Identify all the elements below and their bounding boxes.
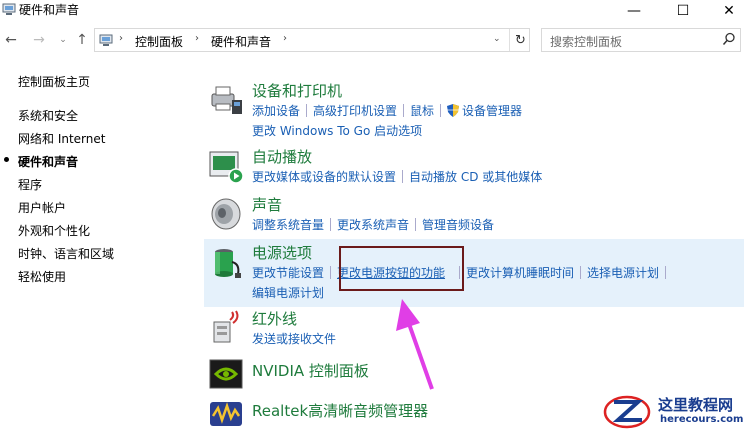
category-title[interactable]: 自动播放 — [252, 146, 312, 167]
title-bar: 硬件和声音 — ☐ ✕ — [0, 0, 750, 22]
link-separator — [415, 218, 417, 231]
link-edit-power-plan[interactable]: 编辑电源计划 — [252, 286, 324, 300]
link-separator — [402, 170, 404, 183]
active-indicator — [4, 157, 9, 162]
link-choose-power-plan[interactable]: 选择电源计划 — [587, 266, 659, 280]
search-icon[interactable] — [722, 32, 736, 46]
annotation-highlight-box — [339, 246, 464, 291]
infrared-icon — [213, 310, 239, 343]
control-panel-icon — [99, 34, 113, 46]
minimize-button[interactable]: — — [611, 0, 657, 22]
search-box[interactable]: 搜索控制面板 — [541, 28, 741, 52]
link-add-device[interactable]: 添加设备 — [252, 104, 300, 118]
sidebar-item-user-accounts[interactable]: 用户帐户 — [18, 199, 66, 216]
link-separator — [330, 218, 332, 231]
link-media-defaults[interactable]: 更改媒体或设备的默认设置 — [252, 170, 396, 184]
battery-icon — [215, 249, 241, 278]
address-dropdown-button[interactable]: ⌄ — [493, 34, 501, 44]
printer-icon — [211, 86, 242, 114]
category-title[interactable]: NVIDIA 控制面板 — [252, 360, 369, 381]
realtek-icon — [210, 402, 242, 426]
link-row: 发送或接收文件 — [252, 330, 336, 347]
category-title[interactable]: 电源选项 — [252, 242, 312, 263]
sidebar-item-ease-of-access[interactable]: 轻松使用 — [18, 268, 66, 285]
sidebar-item-network[interactable]: 网络和 Internet — [18, 130, 105, 147]
watermark-url: herecours.com — [660, 414, 744, 425]
link-separator — [665, 266, 667, 279]
link-system-sounds[interactable]: 更改系统声音 — [337, 218, 409, 232]
annotation-arrow — [396, 299, 434, 390]
breadcrumb-separator: › — [283, 33, 287, 44]
link-row: 更改 Windows To Go 启动选项 — [252, 122, 422, 139]
sidebar-item-clock-region[interactable]: 时钟、语言和区域 — [18, 245, 114, 262]
back-button[interactable]: ← — [2, 31, 20, 49]
watermark: 这里教程网 herecours.com — [600, 390, 750, 434]
autoplay-icon — [209, 151, 244, 184]
link-separator — [330, 266, 332, 279]
sidebar-item-appearance[interactable]: 外观和个性化 — [18, 222, 90, 239]
link-printer-settings[interactable]: 高级打印机设置 — [313, 104, 397, 118]
link-windows-to-go[interactable]: 更改 Windows To Go 启动选项 — [252, 124, 422, 138]
category-title[interactable]: 红外线 — [252, 308, 297, 329]
link-row: 编辑电源计划 — [252, 284, 324, 301]
recent-locations-button[interactable]: ⌄ — [54, 31, 72, 49]
link-separator — [580, 266, 582, 279]
watermark-title: 这里教程网 — [658, 396, 734, 414]
link-power-saving[interactable]: 更改节能设置 — [252, 266, 324, 280]
category-title[interactable]: 设备和打印机 — [252, 80, 342, 101]
watermark-logo — [603, 395, 651, 429]
breadcrumb-separator: › — [119, 33, 123, 44]
refresh-button[interactable]: ↻ — [509, 29, 531, 51]
sidebar-item-security[interactable]: 系统和安全 — [18, 107, 78, 124]
link-row: 更改媒体或设备的默认设置 自动播放 CD 或其他媒体 — [252, 168, 542, 185]
sidebar-item-programs[interactable]: 程序 — [18, 176, 42, 193]
window-title: 硬件和声音 — [19, 3, 80, 17]
category-title[interactable]: Realtek高清晰音频管理器 — [252, 400, 428, 421]
breadcrumb-control-panel[interactable]: 控制面板 — [135, 33, 183, 50]
up-button[interactable]: ↑ — [73, 31, 91, 49]
navigation-bar: ← → ⌄ ↑ › 控制面板 › 硬件和声音 › ⌄ ↻ 搜索控制面板 — [0, 26, 750, 56]
close-button[interactable]: ✕ — [706, 0, 750, 22]
search-input[interactable]: 搜索控制面板 — [550, 33, 622, 50]
link-audio-devices[interactable]: 管理音频设备 — [422, 218, 494, 232]
speaker-icon — [211, 198, 241, 230]
link-send-receive-files[interactable]: 发送或接收文件 — [252, 332, 336, 346]
forward-button[interactable]: → — [30, 31, 48, 49]
breadcrumb-separator: › — [195, 33, 199, 44]
shield-icon — [447, 104, 460, 117]
link-separator — [403, 104, 405, 117]
link-mouse[interactable]: 鼠标 — [410, 104, 434, 118]
maximize-button[interactable]: ☐ — [660, 0, 706, 22]
link-device-manager[interactable]: 设备管理器 — [462, 104, 522, 118]
link-row: 调整系统音量 更改系统声音 管理音频设备 — [252, 216, 494, 233]
sidebar-item-hardware-sound[interactable]: 硬件和声音 — [18, 153, 78, 170]
link-separator — [440, 104, 442, 117]
link-row: 添加设备 高级打印机设置 鼠标 设备管理器 — [252, 102, 522, 119]
nvidia-icon — [209, 359, 243, 389]
breadcrumb-hardware-sound[interactable]: 硬件和声音 — [211, 33, 271, 50]
link-adjust-volume[interactable]: 调整系统音量 — [252, 218, 324, 232]
control-panel-icon — [2, 3, 16, 15]
address-bar[interactable]: › 控制面板 › 硬件和声音 › ⌄ ↻ — [94, 28, 530, 52]
category-title[interactable]: 声音 — [252, 194, 282, 215]
link-sleep-time[interactable]: 更改计算机睡眠时间 — [466, 266, 574, 280]
sidebar-item-home[interactable]: 控制面板主页 — [18, 73, 90, 90]
main-content: 设备和打印机 添加设备 高级打印机设置 鼠标 设备管理器 更改 Windows To … — [204, 70, 750, 434]
link-autoplay-cd[interactable]: 自动播放 CD 或其他媒体 — [409, 170, 542, 184]
link-separator — [306, 104, 308, 117]
